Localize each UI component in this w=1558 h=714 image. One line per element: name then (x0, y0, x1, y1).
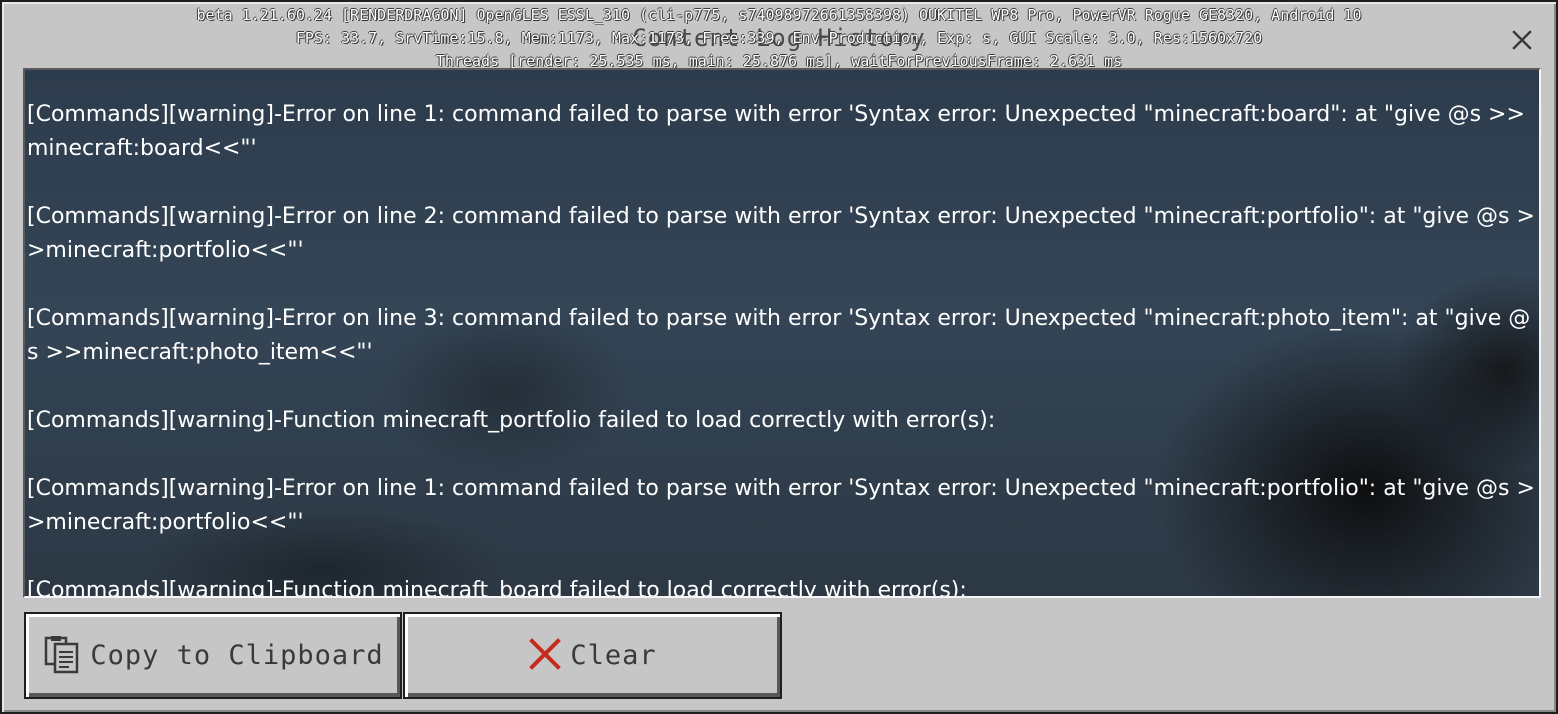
log-entry: [Commands][warning]-Error on line 1: com… (27, 476, 1535, 535)
clear-button-label: Clear (570, 640, 657, 671)
dialog-title: Content Log History (632, 24, 926, 52)
content-log-dialog: Content Log History beta 1.21.60.24 [REN… (0, 0, 1558, 714)
log-entries: [Commands][warning]-Error on line 1: com… (27, 98, 1535, 598)
log-entry: [Commands][warning]-Error on line 2: com… (27, 204, 1535, 263)
x-icon (528, 637, 570, 675)
log-entry: [Commands][warning]-Function minecraft_p… (27, 408, 996, 433)
copy-button-label: Copy to Clipboard (90, 640, 384, 671)
log-entry: [Commands][warning]-Error on line 1: com… (27, 102, 1525, 161)
close-icon[interactable] (1510, 28, 1534, 52)
log-entry: [Commands][warning]-Function minecraft_b… (27, 578, 967, 598)
log-panel[interactable]: [Commands][warning]-Error on line 1: com… (23, 68, 1541, 598)
copy-to-clipboard-button[interactable]: Copy to Clipboard (24, 612, 402, 699)
clipboard-icon (42, 634, 90, 678)
log-entry: [Commands][warning]-Error on line 3: com… (27, 306, 1531, 365)
clear-button[interactable]: Clear (403, 612, 782, 699)
